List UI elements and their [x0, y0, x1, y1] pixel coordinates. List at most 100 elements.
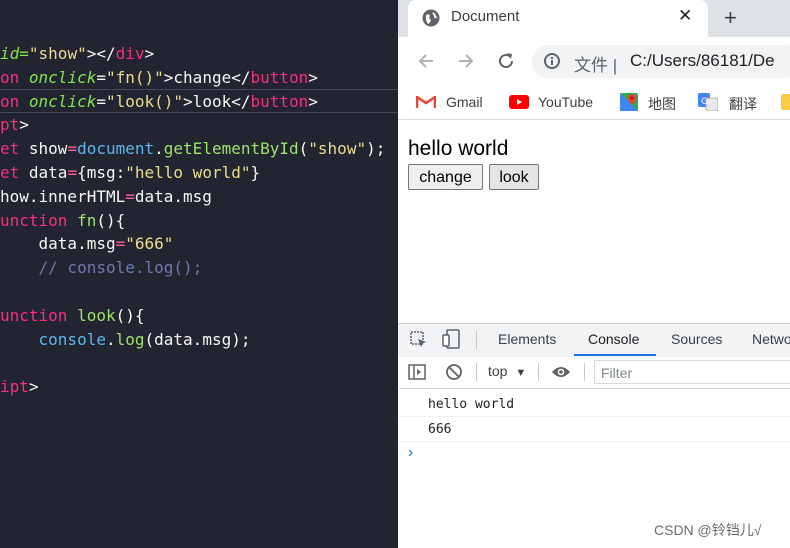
code-token: div: [115, 44, 145, 63]
bookmark-youtube[interactable]: YouTube: [509, 92, 604, 112]
browser-window: Document ✕ + 文件 | C:/Users/86181/De Gmai…: [398, 0, 790, 548]
filter-input[interactable]: Filter: [594, 360, 790, 384]
code-token: data.msg: [0, 234, 116, 254]
device-toolbar-icon[interactable]: [442, 329, 460, 349]
code-token: >: [308, 67, 318, 87]
code-token: onclick: [28, 91, 97, 111]
code-token: =: [125, 186, 135, 206]
code-token: (){: [115, 305, 145, 325]
console-prompt[interactable]: ›: [408, 444, 413, 462]
folder-icon[interactable]: [781, 94, 790, 110]
bookmark-label: 地图: [648, 96, 676, 112]
dropdown-arrow-icon: ▼: [515, 367, 527, 379]
code-line: how.innerHTML=data.msg: [0, 185, 212, 208]
code-token: >: [144, 44, 155, 63]
code-token: onclick: [28, 67, 97, 87]
code-token: =: [115, 234, 126, 254]
code-token: >: [28, 377, 39, 397]
console-toolbar: top ▼ Filter: [398, 357, 790, 389]
bookmark-label: YouTube: [538, 94, 594, 110]
code-token: log: [115, 329, 145, 349]
code-token: button: [250, 67, 309, 87]
url-scheme: 文件 |: [574, 56, 618, 75]
back-arrow-icon[interactable]: [416, 51, 436, 71]
code-line: pt>: [0, 113, 29, 136]
code-token: button: [250, 91, 309, 111]
clear-console-icon[interactable]: [445, 363, 463, 381]
code-token: id=: [0, 44, 29, 63]
code-token: document: [77, 139, 155, 159]
code-line: unction look(){: [0, 304, 145, 327]
show-div: hello world: [408, 137, 509, 160]
code-line: // console.log();: [0, 256, 203, 279]
bookmark-translate[interactable]: G 翻译: [698, 92, 763, 112]
code-token: ></: [86, 44, 116, 63]
separator: [476, 363, 477, 381]
code-token: "look()": [105, 91, 184, 111]
code-token: "666": [125, 234, 174, 254]
devtools-tabbar: Elements Console Sources Netwo: [398, 323, 790, 358]
code-token: pt: [0, 115, 20, 135]
address-bar[interactable]: 文件 | C:/Users/86181/De: [532, 45, 790, 78]
context-label: top: [488, 363, 508, 379]
watermark: CSDN @铃铛儿√: [654, 522, 762, 538]
close-icon[interactable]: ✕: [678, 6, 692, 26]
code-token: (){: [96, 210, 126, 230]
code-token: ipt: [0, 377, 29, 397]
filter-placeholder: Filter: [601, 365, 633, 381]
tab-console[interactable]: Console: [588, 331, 639, 347]
bookmarks-bar: Gmail YouTube 地图 G 翻译: [398, 85, 790, 120]
code-token: unction: [0, 210, 78, 230]
code-token: .: [154, 139, 164, 159]
code-editor[interactable]: id="show"></div> on onclick="fn()">change…: [0, 0, 398, 548]
code-token: fn: [77, 210, 97, 230]
tab-document[interactable]: Document ✕: [408, 0, 708, 37]
new-tab-button[interactable]: +: [724, 5, 737, 31]
reload-icon[interactable]: [496, 51, 516, 71]
separator: [584, 363, 585, 381]
code-token: .: [105, 329, 116, 349]
code-line: data.msg="666": [0, 232, 174, 255]
info-icon[interactable]: [544, 53, 560, 69]
console-message: 666: [398, 417, 790, 442]
code-token: "show": [308, 139, 367, 159]
translate-icon: G: [698, 93, 718, 111]
tab-strip: Document ✕ +: [398, 0, 790, 37]
page-content: hello world change look: [398, 120, 790, 320]
tab-elements[interactable]: Elements: [498, 331, 556, 347]
eye-icon[interactable]: [551, 364, 571, 380]
code-line: et show=document.getElementById("show");: [0, 137, 385, 160]
sidebar-toggle-icon[interactable]: [408, 364, 426, 380]
active-tab-indicator: [574, 354, 656, 356]
code-token: >change</: [163, 67, 251, 87]
console-message-text: 666: [428, 422, 452, 437]
bookmark-maps[interactable]: 地图: [620, 92, 685, 112]
look-button[interactable]: look: [489, 164, 539, 190]
code-line: et data={msg:"hello world"}: [0, 161, 260, 184]
code-token: =: [96, 91, 106, 111]
code-token: et: [0, 139, 29, 159]
bookmark-label: Gmail: [446, 94, 483, 110]
code-line: on onclick="fn()">change</button>: [0, 66, 318, 89]
change-button[interactable]: change: [408, 164, 483, 190]
code-token: =: [67, 139, 78, 159]
svg-text:G: G: [701, 97, 708, 107]
code-line: unction fn(){: [0, 209, 125, 232]
bookmark-gmail[interactable]: Gmail: [416, 92, 491, 112]
code-token: >: [308, 91, 318, 111]
tab-sources[interactable]: Sources: [671, 331, 722, 347]
context-selector[interactable]: top ▼: [488, 363, 526, 379]
console-message-text: hello world: [428, 397, 515, 412]
forward-arrow-icon[interactable]: [456, 51, 476, 71]
code-line: console.log(data.msg);: [0, 328, 251, 351]
code-token: console: [38, 329, 106, 349]
inspect-element-icon[interactable]: [410, 331, 428, 349]
code-token: look: [77, 305, 116, 325]
code-token: how.innerHTML: [0, 186, 126, 206]
youtube-icon: [509, 95, 529, 109]
code-token: data.msg: [134, 186, 212, 206]
code-line: on onclick="look()">look</button>: [0, 90, 318, 113]
code-token: "fn()": [105, 67, 164, 87]
code-line: id="show"></div>: [0, 42, 154, 65]
tab-network[interactable]: Netwo: [752, 331, 790, 347]
